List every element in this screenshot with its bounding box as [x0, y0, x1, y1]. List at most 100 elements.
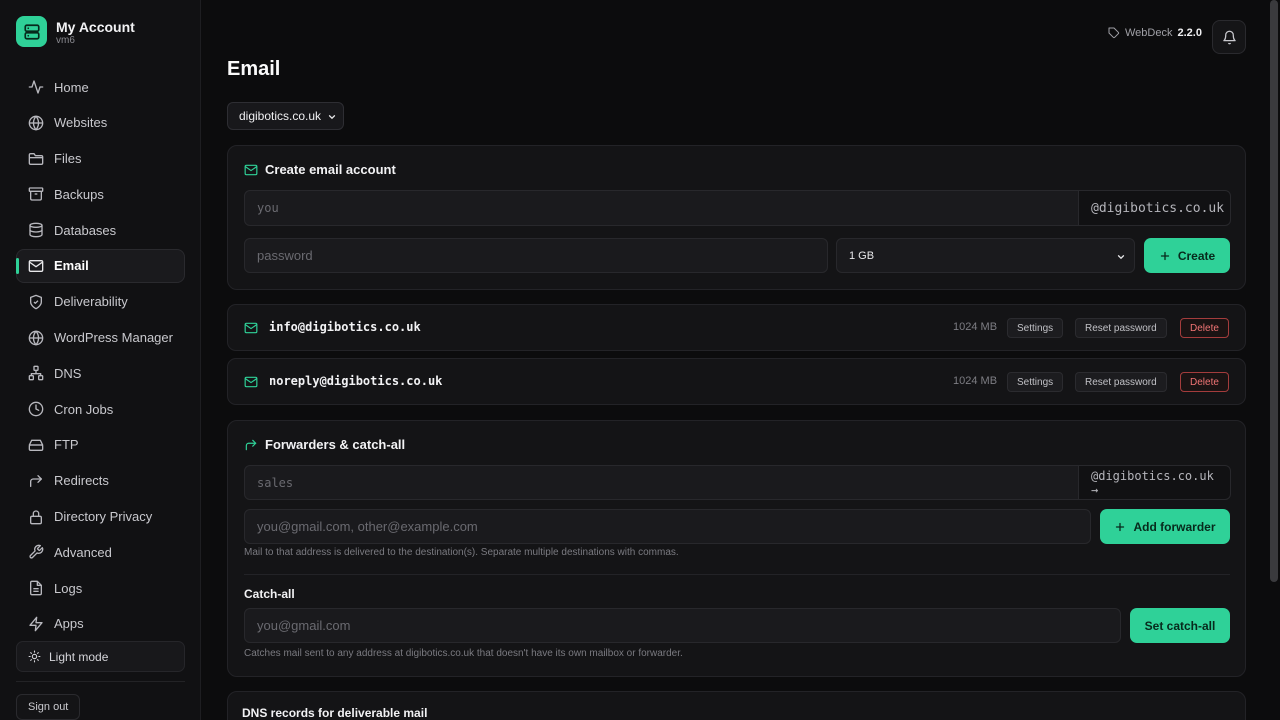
sidebar-item-label: FTP	[54, 437, 79, 453]
create-button-label: Create	[1177, 248, 1216, 263]
mailbox-address: noreply@digibotics.co.uk	[269, 374, 443, 388]
brand: My Account vm6	[16, 16, 135, 47]
mail-icon	[244, 322, 258, 334]
sidebar-item-label: WordPress Manager	[54, 330, 173, 346]
mailbox-settings-button[interactable]: Settings	[1007, 318, 1064, 338]
sidebar-item-home[interactable]: Home	[16, 70, 185, 104]
chevron-down-icon	[1117, 255, 1125, 260]
add-forwarder-button[interactable]: Add forwarder	[1100, 509, 1230, 544]
domain-select-value: digibotics.co.uk	[239, 109, 322, 123]
mailbox-row: info@digibotics.co.uk 1024 MB Settings R…	[227, 304, 1246, 351]
sidebar-item-deliverability[interactable]: Deliverability	[16, 285, 185, 319]
sidebar-item-advanced[interactable]: Advanced	[16, 535, 185, 569]
redirect-icon	[245, 439, 257, 450]
sidebar-item-label: Email	[54, 258, 89, 274]
forwarder-destination-field[interactable]	[244, 509, 1091, 544]
sidebar-item-wordpress-manager[interactable]: WordPress Manager	[16, 321, 185, 355]
forwarder-domain-suffix: @digibotics.co.uk →	[1078, 465, 1231, 500]
mailbox-delete-button[interactable]: Delete	[1180, 372, 1229, 392]
plus-icon	[1160, 251, 1169, 260]
set-catch-all-button[interactable]: Set catch-all	[1130, 608, 1230, 643]
folder-icon	[28, 152, 44, 165]
sidebar-item-directory-privacy[interactable]: Directory Privacy	[16, 500, 185, 534]
dns-records-card: DNS records for deliverable mail	[227, 691, 1246, 720]
sidebar-item-ftp[interactable]: FTP	[16, 428, 185, 462]
archive-icon	[28, 187, 44, 202]
sidebar-item-label: Files	[54, 151, 82, 167]
mail-icon	[28, 259, 44, 272]
mailbox-row: noreply@digibotics.co.uk 1024 MB Setting…	[227, 358, 1246, 405]
forwarders-card: Forwarders & catch-all @digibotics.co.uk…	[227, 420, 1246, 677]
plus-icon	[1116, 522, 1125, 531]
sidebar-item-label: Websites	[54, 115, 108, 131]
redirect-icon	[30, 474, 42, 487]
brand-title: My Account	[56, 18, 135, 35]
database-icon	[29, 222, 43, 238]
sidebar-item-label: Advanced	[54, 544, 112, 560]
dns-records-heading: DNS records for deliverable mail	[242, 706, 428, 720]
mailbox-delete-button[interactable]: Delete	[1180, 318, 1229, 338]
catch-all-field[interactable]	[244, 608, 1121, 643]
app-version: 2.2.0	[1177, 27, 1202, 39]
activity-icon	[28, 80, 44, 94]
lock-icon	[30, 509, 42, 524]
forwarder-source-input[interactable]	[257, 466, 1078, 499]
sidebar-item-cron-jobs[interactable]: Cron Jobs	[16, 392, 185, 426]
sidebar-item-logs[interactable]: Logs	[16, 571, 185, 605]
sidebar-item-email[interactable]: Email	[16, 248, 185, 283]
page-title: Email	[227, 58, 281, 80]
notifications-button[interactable]	[1212, 20, 1246, 54]
sidebar-item-label: Deliverability	[54, 294, 128, 310]
quota-select[interactable]: 1 GB	[836, 238, 1135, 273]
sidebar-item-databases[interactable]: Databases	[16, 213, 185, 247]
sidebar-item-dns[interactable]: DNS	[16, 356, 185, 390]
forwarder-source-field[interactable]	[244, 465, 1079, 500]
forwarders-title: Forwarders & catch-all	[265, 437, 406, 452]
file-icon	[30, 580, 42, 596]
password-input[interactable]	[257, 239, 827, 272]
sidebar-item-redirects[interactable]: Redirects	[16, 464, 185, 498]
sidebar-item-label: Databases	[54, 222, 117, 238]
mailbox-settings-button[interactable]: Settings	[1007, 372, 1064, 392]
page-scrollbar[interactable]	[1270, 0, 1278, 582]
drive-icon	[28, 439, 44, 451]
sidebar: My Account vm6 Home Websites Files Backu…	[0, 0, 201, 720]
sidebar-item-backups[interactable]: Backups	[16, 177, 185, 211]
add-forwarder-label: Add forwarder	[1133, 519, 1216, 534]
sidebar-divider	[16, 681, 185, 682]
version-label: WebDeck 2.2.0	[1108, 27, 1202, 39]
mailbox-size: 1024 MB	[953, 375, 998, 387]
forwarder-destination-input[interactable]	[257, 510, 1090, 543]
set-catch-all-label: Set catch-all	[1144, 618, 1216, 633]
sidebar-item-apps[interactable]: Apps	[16, 607, 185, 641]
tag-icon	[1108, 27, 1120, 39]
mailbox-reset-password-button[interactable]: Reset password	[1075, 318, 1167, 338]
sidebar-item-websites[interactable]: Websites	[16, 106, 185, 140]
sidebar-item-label: Cron Jobs	[54, 401, 114, 417]
email-user-input[interactable]	[257, 191, 1078, 225]
catch-all-heading: Catch-all	[244, 587, 295, 601]
create-email-heading: Create email account	[244, 162, 396, 177]
mailbox-size: 1024 MB	[953, 321, 998, 333]
sign-out-button[interactable]: Sign out	[16, 694, 81, 720]
chevron-down-icon	[328, 115, 336, 120]
network-icon	[28, 366, 44, 381]
create-button[interactable]: Create	[1144, 238, 1230, 273]
email-user-field[interactable]	[244, 190, 1079, 226]
domain-select[interactable]: digibotics.co.uk	[227, 102, 344, 130]
shield-icon	[30, 294, 42, 310]
sidebar-item-files[interactable]: Files	[16, 142, 185, 176]
password-field[interactable]	[244, 238, 828, 273]
bell-icon	[1222, 30, 1236, 44]
zap-icon	[29, 616, 43, 632]
forwarders-heading: Forwarders & catch-all	[244, 437, 405, 452]
theme-toggle-button[interactable]: Light mode	[16, 641, 185, 672]
mail-icon	[244, 164, 258, 175]
sidebar-item-label: DNS	[54, 365, 82, 381]
globe-icon	[28, 329, 44, 346]
server-icon	[16, 16, 47, 47]
mailbox-address: info@digibotics.co.uk	[269, 320, 421, 334]
catch-all-input[interactable]	[257, 609, 1120, 642]
mailbox-reset-password-button[interactable]: Reset password	[1075, 372, 1167, 392]
create-email-title: Create email account	[265, 162, 396, 177]
